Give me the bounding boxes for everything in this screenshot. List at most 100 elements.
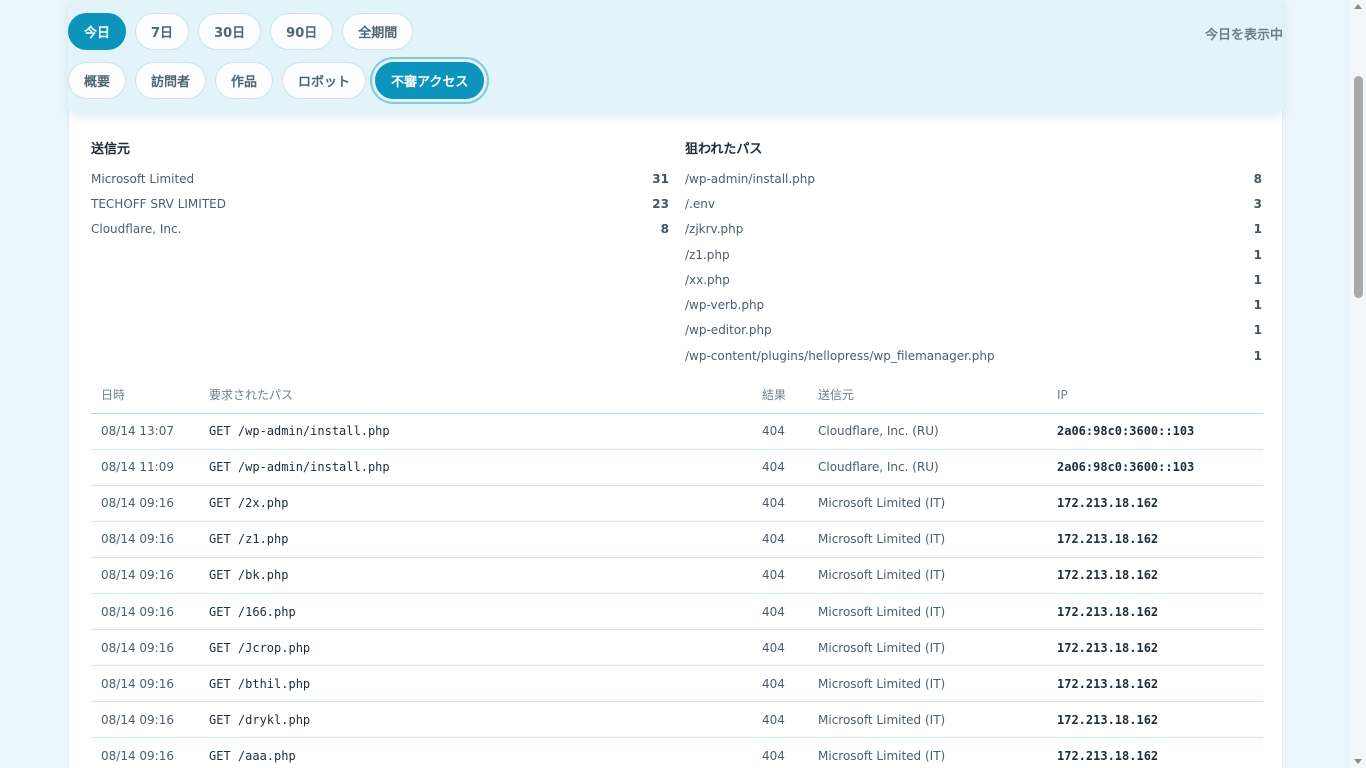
path-count: 1 xyxy=(1253,298,1262,313)
path-count: 1 xyxy=(1253,323,1262,338)
range-tabs: 今日 7日 30日 90日 全期間 xyxy=(68,13,414,50)
cell-ip: 172.213.18.162 xyxy=(1047,737,1263,768)
cell-request: GET /bk.php xyxy=(199,557,752,594)
table-row: 08/14 09:16 GET /Jcrop.php 404 Microsoft… xyxy=(91,629,1263,667)
cell-ip: 172.213.18.162 xyxy=(1047,701,1263,739)
range-tab-30d[interactable]: 30日 xyxy=(198,13,262,50)
list-item: /.env 3 xyxy=(685,191,1262,216)
cell-request: GET /wp-admin/install.php xyxy=(199,449,752,486)
table-row: 08/14 09:16 GET /bthil.php 404 Microsoft… xyxy=(91,665,1263,703)
cell-request: GET /z1.php xyxy=(199,521,752,558)
sources-summary: 送信元 Microsoft Limited 31 TECHOFF SRV LIMI… xyxy=(91,138,669,242)
sources-list: Microsoft Limited 31 TECHOFF SRV LIMITED 2… xyxy=(91,166,669,242)
tab-robots[interactable]: ロボット xyxy=(282,62,367,99)
tab-overview[interactable]: 概要 xyxy=(68,62,127,99)
path-name: /xx.php xyxy=(685,272,730,287)
table-row: 08/14 09:16 GET /drykl.php 404 Microsoft… xyxy=(91,701,1263,739)
cell-ip: 172.213.18.162 xyxy=(1047,629,1263,667)
table-row: 08/14 09:16 GET /166.php 404 Microsoft L… xyxy=(91,593,1263,631)
tab-visitors[interactable]: 訪問者 xyxy=(135,62,207,99)
cell-datetime: 08/14 09:16 xyxy=(91,629,199,667)
list-item: /z1.php 1 xyxy=(685,242,1262,267)
cell-result: 404 xyxy=(752,629,808,667)
path-count: 8 xyxy=(1253,171,1262,186)
cell-ip: 172.213.18.162 xyxy=(1047,665,1263,703)
tab-works[interactable]: 作品 xyxy=(215,62,274,99)
cell-source: Microsoft Limited (IT) xyxy=(808,665,1047,703)
cell-result: 404 xyxy=(752,557,808,594)
path-name: /zjkrv.php xyxy=(685,222,744,237)
table-row: 08/14 11:09 GET /wp-admin/install.php 40… xyxy=(91,449,1263,486)
access-log-table: 日時 要求されたパス 結果 送信元 IP 08/14 13:07 GET /wp… xyxy=(91,377,1263,768)
paths-title: 狙われたパス xyxy=(685,142,763,157)
table-row: 08/14 13:07 GET /wp-admin/install.php 40… xyxy=(91,413,1263,450)
list-item: /xx.php 1 xyxy=(685,267,1262,292)
range-tab-today[interactable]: 今日 xyxy=(68,13,127,50)
table-row: 08/14 09:16 GET /z1.php 404 Microsoft Li… xyxy=(91,521,1263,558)
column-header-source: 送信元 xyxy=(808,377,1047,414)
path-name: /wp-verb.php xyxy=(685,298,765,313)
cell-datetime: 08/14 09:16 xyxy=(91,593,199,631)
range-tab-7d[interactable]: 7日 xyxy=(135,13,190,50)
cell-request: GET /bthil.php xyxy=(199,665,752,703)
cell-ip: 172.213.18.162 xyxy=(1047,485,1263,522)
cell-result: 404 xyxy=(752,665,808,703)
cell-ip: 2a06:98c0:3600::103 xyxy=(1047,449,1263,486)
column-header-ip: IP xyxy=(1047,377,1263,414)
cell-source: Cloudflare, Inc. (RU) xyxy=(808,413,1047,450)
range-tab-all[interactable]: 全期間 xyxy=(342,13,414,50)
list-item: /wp-content/plugins/hellopress/wp_filema… xyxy=(685,343,1262,368)
list-item: Microsoft Limited 31 xyxy=(91,166,669,191)
cell-request: GET /wp-admin/install.php xyxy=(199,413,752,450)
cell-source: Microsoft Limited (IT) xyxy=(808,557,1047,594)
cell-datetime: 08/14 11:09 xyxy=(91,449,199,486)
path-name: /z1.php xyxy=(685,247,730,262)
cell-source: Microsoft Limited (IT) xyxy=(808,485,1047,522)
cell-datetime: 08/14 09:16 xyxy=(91,737,199,768)
source-name: TECHOFF SRV LIMITED xyxy=(91,196,226,211)
cell-datetime: 08/14 09:16 xyxy=(91,521,199,558)
path-name: /wp-content/plugins/hellopress/wp_filema… xyxy=(685,348,995,363)
column-header-path: 要求されたパス xyxy=(199,377,752,414)
range-tab-90d[interactable]: 90日 xyxy=(270,13,334,50)
cell-result: 404 xyxy=(752,521,808,558)
page: 今日 7日 30日 90日 全期間 今日を表示中 概要 訪問者 作品 ロボット … xyxy=(68,0,1283,768)
list-item: /zjkrv.php 1 xyxy=(685,217,1262,242)
table-header-row: 日時 要求されたパス 結果 送信元 IP xyxy=(91,377,1263,414)
cell-result: 404 xyxy=(752,449,808,486)
vertical-scrollbar[interactable] xyxy=(1351,0,1366,768)
list-item: /wp-verb.php 1 xyxy=(685,292,1262,317)
list-item: Cloudflare, Inc. 8 xyxy=(91,217,669,242)
tab-suspicious-access[interactable]: 不審アクセス xyxy=(375,62,485,99)
list-item: TECHOFF SRV LIMITED 23 xyxy=(91,191,669,216)
list-item: /wp-editor.php 1 xyxy=(685,318,1262,343)
cell-datetime: 08/14 09:16 xyxy=(91,665,199,703)
cell-ip: 2a06:98c0:3600::103 xyxy=(1047,413,1263,450)
path-count: 1 xyxy=(1253,222,1262,237)
scroll-up-arrow-icon[interactable] xyxy=(1354,4,1362,9)
cell-request: GET /aaa.php xyxy=(199,737,752,768)
list-item: /wp-admin/install.php 8 xyxy=(685,166,1262,191)
cell-ip: 172.213.18.162 xyxy=(1047,593,1263,631)
cell-result: 404 xyxy=(752,485,808,522)
source-name: Microsoft Limited xyxy=(91,171,195,186)
column-header-result: 結果 xyxy=(752,377,808,414)
cell-result: 404 xyxy=(752,593,808,631)
source-count: 31 xyxy=(652,171,669,186)
cell-result: 404 xyxy=(752,413,808,450)
scrollbar-thumb[interactable] xyxy=(1354,76,1363,298)
path-count: 3 xyxy=(1253,196,1262,211)
cell-result: 404 xyxy=(752,737,808,768)
cell-request: GET /2x.php xyxy=(199,485,752,522)
cell-ip: 172.213.18.162 xyxy=(1047,557,1263,594)
cell-datetime: 08/14 09:16 xyxy=(91,557,199,594)
cell-request: GET /drykl.php xyxy=(199,701,752,739)
scroll-down-arrow-icon[interactable] xyxy=(1354,759,1362,764)
view-tabs: 概要 訪問者 作品 ロボット 不審アクセス xyxy=(68,62,485,99)
path-count: 1 xyxy=(1253,272,1262,287)
path-count: 1 xyxy=(1253,348,1262,363)
source-name: Cloudflare, Inc. xyxy=(91,222,182,237)
cell-source: Microsoft Limited (IT) xyxy=(808,629,1047,667)
sources-title: 送信元 xyxy=(91,142,131,157)
path-name: /.env xyxy=(685,196,715,211)
